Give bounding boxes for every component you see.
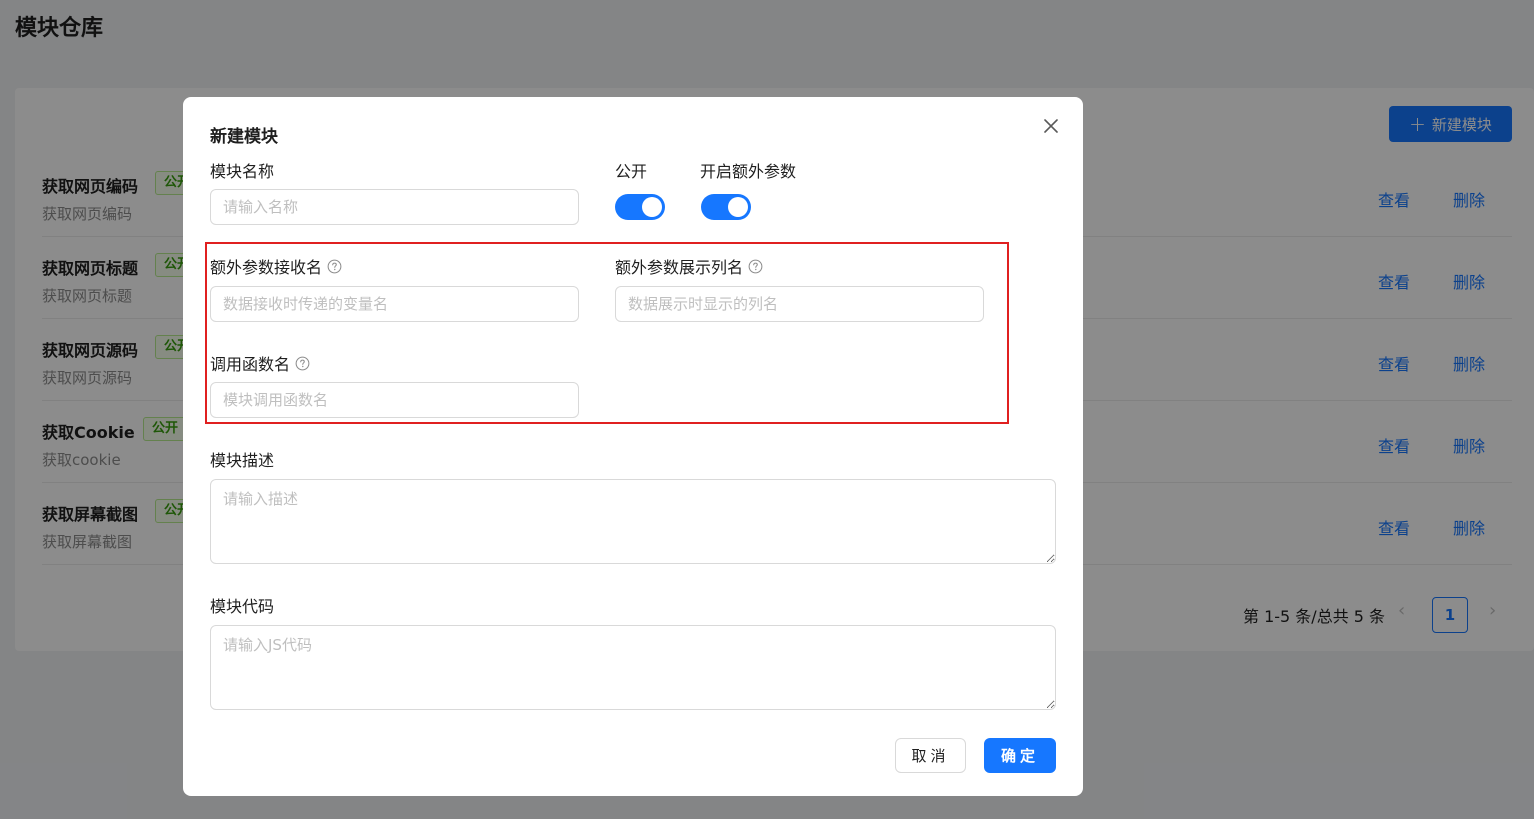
public-label: 公开 bbox=[615, 158, 647, 182]
switch-knob bbox=[642, 197, 662, 217]
module-name-label-text: 模块名称 bbox=[210, 162, 275, 181]
param-display-input[interactable] bbox=[615, 286, 984, 322]
extra-params-label: 开启额外参数 bbox=[700, 158, 796, 182]
public-switch[interactable] bbox=[615, 194, 665, 220]
param-display-label: 额外参数展示列名 bbox=[615, 254, 763, 278]
module-code-label: 模块代码 bbox=[210, 593, 274, 617]
dialog-title: 新建模块 bbox=[210, 127, 278, 147]
question-circle-icon[interactable] bbox=[327, 259, 342, 274]
module-code-textarea[interactable] bbox=[210, 625, 1056, 710]
function-name-label-text: 调用函数名 bbox=[210, 355, 291, 374]
function-name-label: 调用函数名 bbox=[210, 351, 310, 375]
extra-params-switch[interactable] bbox=[701, 194, 751, 220]
param-receive-label-text: 额外参数接收名 bbox=[210, 258, 323, 277]
module-desc-label-text: 模块描述 bbox=[210, 451, 275, 470]
module-name-label: 模块名称 bbox=[210, 158, 274, 182]
question-circle-icon[interactable] bbox=[748, 259, 763, 274]
cancel-button[interactable]: 取消 bbox=[895, 738, 966, 773]
close-icon[interactable] bbox=[1040, 115, 1062, 137]
confirm-button[interactable]: 确定 bbox=[984, 738, 1056, 773]
param-receive-input[interactable] bbox=[210, 286, 579, 322]
function-name-input[interactable] bbox=[210, 382, 579, 418]
param-receive-label: 额外参数接收名 bbox=[210, 254, 342, 278]
question-circle-icon[interactable] bbox=[295, 356, 310, 371]
module-name-input[interactable] bbox=[210, 189, 579, 225]
extra-params-label-text: 开启额外参数 bbox=[700, 162, 797, 181]
public-label-text: 公开 bbox=[615, 162, 648, 181]
new-module-dialog: 新建模块 模块名称 公开 开启额外参数 额外参数接收名 额外参数展示列名 bbox=[183, 97, 1083, 796]
module-desc-textarea[interactable] bbox=[210, 479, 1056, 564]
switch-knob bbox=[728, 197, 748, 217]
module-code-label-text: 模块代码 bbox=[210, 597, 275, 616]
module-desc-label: 模块描述 bbox=[210, 447, 274, 471]
param-display-label-text: 额外参数展示列名 bbox=[615, 258, 744, 277]
